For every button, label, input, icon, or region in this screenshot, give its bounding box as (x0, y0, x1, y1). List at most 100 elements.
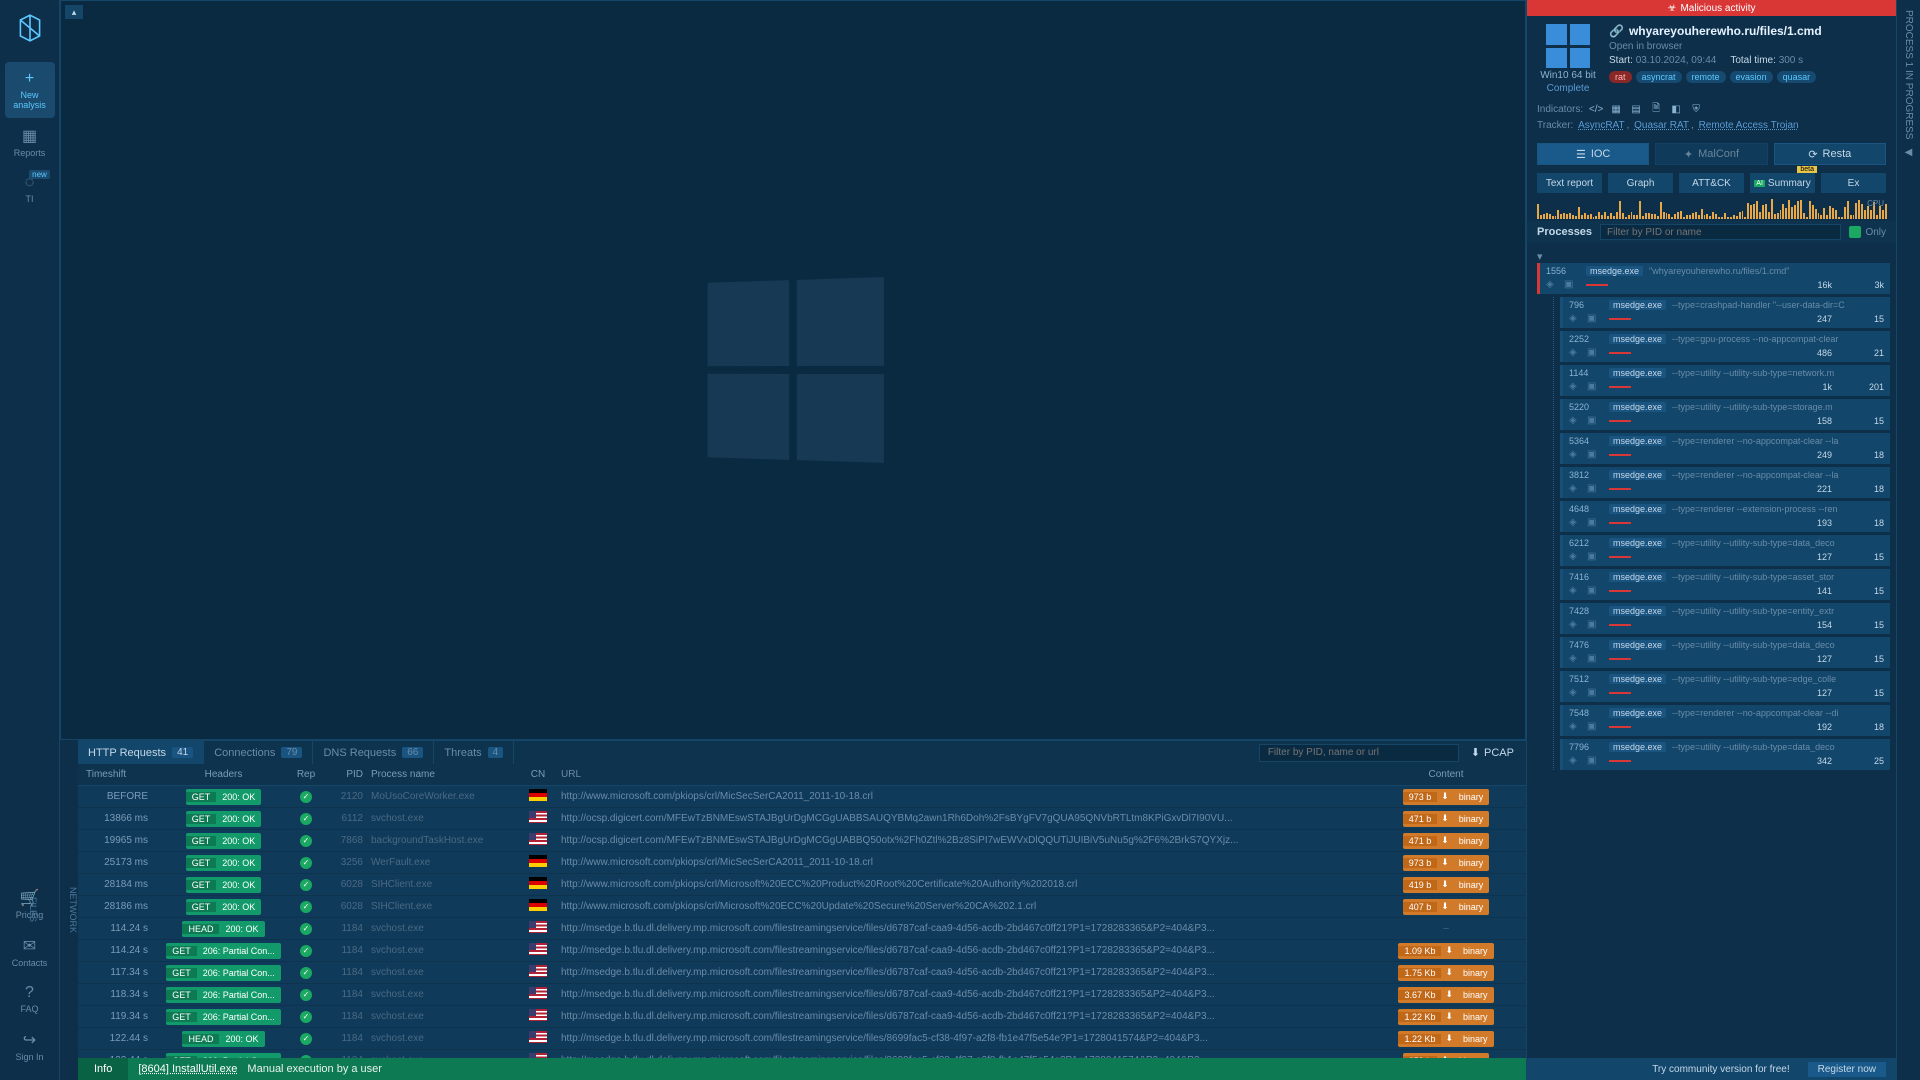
process-filter-input[interactable] (1600, 224, 1841, 240)
tracker-link[interactable]: Quasar RAT (1634, 120, 1689, 131)
try-community-link[interactable]: Try community version for free! (1652, 1064, 1789, 1075)
process-card[interactable]: 7548 msedge.exe --type=renderer --no-app… (1560, 705, 1890, 736)
registry-icon[interactable]: ▤ (1629, 102, 1643, 116)
info-icon[interactable]: ▣ (1587, 347, 1599, 359)
bulb-icon[interactable]: ◈ (1569, 313, 1581, 325)
tag-rat[interactable]: rat (1609, 71, 1632, 83)
cell-headers[interactable]: GET200: OK (156, 833, 291, 849)
content-badge[interactable]: 1.22 Kb⬇binary (1398, 1031, 1493, 1047)
tag-evasion[interactable]: evasion (1730, 71, 1773, 83)
bulb-icon[interactable]: ◈ (1569, 687, 1581, 699)
bulb-icon[interactable]: ◈ (1546, 279, 1558, 291)
bulb-icon[interactable]: ◈ (1569, 653, 1581, 665)
process-list[interactable]: ▾ 1556 msedge.exe "whyareyouherewho.ru/f… (1527, 243, 1896, 1080)
restart-button[interactable]: ⟳Resta (1774, 143, 1886, 165)
http-row[interactable]: 13866 ms GET200: OK ✓ 6112 svchost.exe h… (78, 808, 1526, 830)
tab-dns-requests[interactable]: DNS Requests66 (313, 741, 434, 764)
http-row[interactable]: 122.44 s GET206: Partial Con... ✓ 1184 s… (78, 1050, 1526, 1058)
col-pid[interactable]: PID (321, 769, 371, 780)
process-card[interactable]: 6212 msedge.exe --type=utility --utility… (1560, 535, 1890, 566)
rail-files[interactable]: FILES (28, 897, 38, 922)
bulb-icon[interactable]: ◈ (1569, 619, 1581, 631)
cell-headers[interactable]: GET206: Partial Con... (156, 943, 291, 959)
network-icon[interactable]: ▦ (1609, 102, 1623, 116)
report-tab-graph[interactable]: Graph (1608, 173, 1673, 193)
cell-headers[interactable]: GET200: OK (156, 811, 291, 827)
bulb-icon[interactable]: ◈ (1569, 721, 1581, 733)
cell-url[interactable]: http://ocsp.digicert.com/MFEwTzBNMEswSTA… (555, 835, 1366, 846)
sidebar-item-signin[interactable]: ↪Sign In (5, 1022, 55, 1070)
http-row[interactable]: 19965 ms GET200: OK ✓ 7868 backgroundTas… (78, 830, 1526, 852)
cell-headers[interactable]: HEAD200: OK (156, 1031, 291, 1047)
cell-url[interactable]: http://ocsp.digicert.com/MFEwTzBNMEswSTA… (555, 813, 1366, 824)
tag-asyncrat[interactable]: asyncrat (1636, 71, 1682, 83)
shield-icon[interactable]: ⛨ (1689, 102, 1703, 116)
register-button[interactable]: Register now (1808, 1062, 1886, 1077)
col-process[interactable]: Process name (371, 769, 521, 780)
info-icon[interactable]: ▣ (1587, 449, 1599, 461)
http-row[interactable]: 117.34 s GET206: Partial Con... ✓ 1184 s… (78, 962, 1526, 984)
info-icon[interactable]: ▣ (1587, 755, 1599, 767)
process-card[interactable]: 7416 msedge.exe --type=utility --utility… (1560, 569, 1890, 600)
info-icon[interactable]: ▣ (1587, 483, 1599, 495)
cell-url[interactable]: http://www.microsoft.com/pkiops/crl/Micr… (555, 879, 1366, 890)
tag-remote[interactable]: remote (1686, 71, 1726, 83)
bulb-icon[interactable]: ◈ (1569, 347, 1581, 359)
content-badge[interactable]: 1.75 Kb⬇binary (1398, 965, 1493, 981)
http-row[interactable]: 114.24 s GET206: Partial Con... ✓ 1184 s… (78, 940, 1526, 962)
cell-headers[interactable]: HEAD200: OK (156, 921, 291, 937)
col-content[interactable]: Content (1366, 769, 1526, 780)
only-important-toggle[interactable]: Only (1849, 226, 1886, 238)
collapse-right-icon[interactable]: ◀ (1905, 147, 1913, 158)
tag-quasar[interactable]: quasar (1777, 71, 1817, 83)
info-icon[interactable]: ▣ (1587, 415, 1599, 427)
col-timeshift[interactable]: Timeshift (78, 769, 156, 780)
rail-network[interactable]: NETWORK (68, 887, 78, 933)
info-icon[interactable]: ▣ (1587, 313, 1599, 325)
http-row[interactable]: 25173 ms GET200: OK ✓ 3256 WerFault.exe … (78, 852, 1526, 874)
cell-url[interactable]: http://msedge.b.tlu.dl.delivery.mp.micro… (555, 1011, 1366, 1022)
malconf-button[interactable]: ✦MalConf (1655, 143, 1767, 165)
http-row[interactable]: 119.34 s GET206: Partial Con... ✓ 1184 s… (78, 1006, 1526, 1028)
cell-headers[interactable]: GET200: OK (156, 899, 291, 915)
bulb-icon[interactable]: ◈ (1569, 585, 1581, 597)
status-process[interactable]: [8604] InstallUtil.exe (128, 1063, 247, 1075)
tracker-link[interactable]: Remote Access Trojan (1699, 120, 1799, 131)
http-row[interactable]: 28184 ms GET200: OK ✓ 6028 SIHClient.exe… (78, 874, 1526, 896)
info-icon[interactable]: ▣ (1587, 517, 1599, 529)
process-card[interactable]: 4648 msedge.exe --type=renderer --extens… (1560, 501, 1890, 532)
bulb-icon[interactable]: ◈ (1569, 755, 1581, 767)
sidebar-item-contacts[interactable]: ✉Contacts (5, 928, 55, 976)
pcap-button[interactable]: ⬇ PCAP (1459, 746, 1526, 759)
http-row[interactable]: BEFORE GET200: OK ✓ 2120 MoUsoCoreWorker… (78, 786, 1526, 808)
col-headers[interactable]: Headers (156, 769, 291, 780)
cell-url[interactable]: http://www.microsoft.com/pkiops/crl/MicS… (555, 857, 1366, 868)
report-tab-ex[interactable]: Ex (1821, 173, 1886, 193)
expand-toggle[interactable]: ▴ (65, 5, 83, 19)
http-row[interactable]: 118.34 s GET206: Partial Con... ✓ 1184 s… (78, 984, 1526, 1006)
process-card[interactable]: 5220 msedge.exe --type=utility --utility… (1560, 399, 1890, 430)
vm-screen[interactable]: ▴ (60, 0, 1526, 740)
cell-headers[interactable]: GET206: Partial Con... (156, 965, 291, 981)
http-row[interactable]: 28186 ms GET200: OK ✓ 6028 SIHClient.exe… (78, 896, 1526, 918)
process-card[interactable]: 5364 msedge.exe --type=renderer --no-app… (1560, 433, 1890, 464)
process-card[interactable]: 7796 msedge.exe --type=utility --utility… (1560, 739, 1890, 770)
info-icon[interactable]: ▣ (1587, 585, 1599, 597)
content-badge[interactable]: 1.22 Kb⬇binary (1398, 1009, 1493, 1025)
process-card[interactable]: 7476 msedge.exe --type=utility --utility… (1560, 637, 1890, 668)
file-icon[interactable]: 🗎 (1649, 102, 1663, 116)
bulb-icon[interactable]: ◈ (1569, 517, 1581, 529)
content-badge[interactable]: 419 b⬇binary (1403, 877, 1490, 893)
col-url[interactable]: URL (555, 769, 1366, 780)
bulb-icon[interactable]: ◈ (1569, 381, 1581, 393)
app-logo[interactable] (12, 10, 48, 46)
content-badge[interactable]: 973 b⬇binary (1403, 789, 1490, 805)
info-icon[interactable]: ▣ (1587, 653, 1599, 665)
sidebar-item-reports[interactable]: ▦Reports (5, 118, 55, 166)
info-icon[interactable]: ▣ (1587, 381, 1599, 393)
content-badge[interactable]: 407 b⬇binary (1403, 899, 1490, 915)
content-badge[interactable]: 1.09 Kb⬇binary (1398, 943, 1493, 959)
cell-headers[interactable]: GET200: OK (156, 789, 291, 805)
process-card[interactable]: 1144 msedge.exe --type=utility --utility… (1560, 365, 1890, 396)
content-badge[interactable]: 471 b⬇binary (1403, 833, 1490, 849)
